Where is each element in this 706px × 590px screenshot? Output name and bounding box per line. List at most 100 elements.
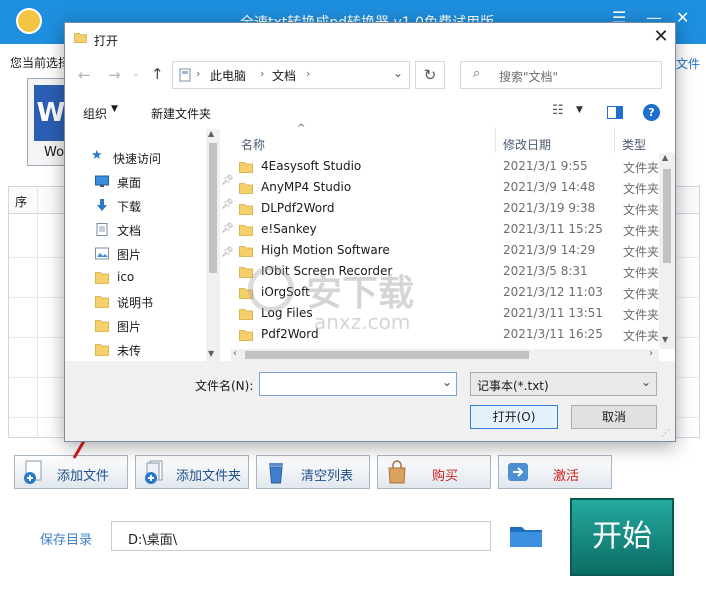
star-icon: ★ [91, 148, 103, 163]
file-type: 文件夹 [623, 182, 660, 196]
new-folder-button[interactable]: 新建文件夹 [151, 105, 211, 122]
folder-icon [95, 344, 109, 356]
filetype-dropdown-icon[interactable]: ⌄ [641, 375, 651, 389]
pictures-icon [95, 247, 109, 260]
cancel-button[interactable]: 取消 [571, 405, 657, 429]
clear-list-label: 清空列表 [301, 469, 354, 484]
address-dropdown-icon[interactable]: ⌄ [393, 66, 403, 80]
open-button[interactable]: 打开(O) [470, 405, 558, 429]
app-close-icon[interactable]: ✕ [676, 8, 689, 27]
organize-menu[interactable]: 组织 [83, 105, 107, 122]
file-date: 2021/3/12 11:03 [503, 285, 603, 299]
save-dir-field[interactable]: D:\桌面\ [111, 521, 491, 551]
dialog-folder-icon [74, 33, 87, 43]
file-link[interactable]: 文件 [676, 55, 700, 72]
file-row[interactable]: 4Easysoft Studio 2021/3/1 9:55 文件夹 [239, 157, 659, 178]
file-date: 2021/3/11 13:51 [503, 306, 603, 320]
scroll-down-icon[interactable]: ▼ [208, 349, 214, 358]
preview-pane-icon[interactable] [607, 106, 623, 119]
file-type: 文件夹 [623, 245, 660, 259]
nav-item-folder-ico[interactable]: ico [95, 267, 205, 289]
file-date: 2021/3/11 15:25 [503, 222, 603, 236]
file-row[interactable]: High Motion Software 2021/3/9 14:29 文件夹 [239, 241, 659, 262]
recent-dropdown-icon[interactable]: ⌄ [132, 69, 140, 79]
file-date: 2021/3/11 16:25 [503, 327, 603, 341]
nav-item-desktop[interactable]: 桌面 📌︎ [95, 171, 234, 193]
column-date[interactable]: 修改日期 [503, 136, 551, 153]
folder-icon [95, 272, 109, 284]
save-dir-value: D:\桌面\ [128, 533, 178, 548]
file-vscroll-thumb[interactable] [663, 169, 671, 263]
nav-item-label: 图片 [117, 320, 142, 334]
breadcrumb-this-pc[interactable]: 此电脑 [210, 67, 246, 84]
nav-item-folder-pictures[interactable]: 图片 [95, 315, 205, 337]
nav-item-folder-manual[interactable]: 说明书 [95, 291, 205, 313]
watermark-subtext: anxz.com [314, 310, 411, 334]
nav-item-label: 快速访问 [113, 152, 162, 166]
scroll-left-icon[interactable]: ‹ [233, 348, 237, 359]
file-row[interactable]: e!Sankey 2021/3/11 15:25 文件夹 [239, 220, 659, 241]
address-bar[interactable]: › 此电脑 › 文档 › ⌄ [172, 61, 410, 89]
folder-icon [239, 204, 253, 215]
add-folder-button[interactable]: 添加文件夹 [135, 455, 249, 489]
save-dir-label: 保存目录 [40, 533, 93, 548]
column-name[interactable]: 名称 [241, 136, 265, 153]
app-logo-icon [16, 8, 42, 34]
file-type: 文件夹 [623, 329, 660, 343]
grid-line [37, 187, 38, 437]
help-icon[interactable]: ? [643, 104, 660, 121]
up-arrow-icon[interactable]: ↑ [151, 65, 164, 83]
scroll-down-icon[interactable]: ▼ [662, 335, 668, 344]
activate-button[interactable]: 激活 [498, 455, 612, 489]
file-hscroll-thumb[interactable] [245, 351, 529, 359]
shopping-bag-icon [388, 460, 406, 484]
nav-scroll-thumb[interactable] [209, 143, 217, 273]
nav-item-label: 图片 [117, 248, 142, 262]
breadcrumb-documents[interactable]: 文档 [272, 67, 296, 84]
filename-input[interactable]: ⌄ [259, 372, 457, 396]
view-dropdown-icon[interactable]: ▼ [576, 105, 583, 115]
navigation-pane[interactable]: ★ 快速访问 桌面 📌︎ 下载 📌︎ 文档 📌︎ 图片 📌︎ ico 说明书 图… [65, 127, 234, 361]
nav-item-quick-access[interactable]: ★ 快速访问 [91, 147, 201, 169]
nav-item-label: 下载 [117, 200, 142, 214]
column-divider[interactable] [614, 127, 615, 153]
clear-list-button[interactable]: 清空列表 [256, 455, 370, 489]
file-row[interactable]: DLPdf2Word 2021/3/19 9:38 文件夹 [239, 199, 659, 220]
file-row[interactable]: AnyMP4 Studio 2021/3/9 14:48 文件夹 [239, 178, 659, 199]
filetype-select[interactable]: 记事本(*.txt) ⌄ [470, 372, 657, 396]
scroll-right-icon[interactable]: › [649, 348, 653, 359]
buy-button[interactable]: 购买 [377, 455, 491, 489]
browse-folder-icon[interactable] [508, 521, 544, 549]
file-name: High Motion Software [261, 243, 390, 257]
scroll-up-icon[interactable]: ▲ [208, 129, 214, 138]
search-input[interactable]: ⌕ 搜索"文档" [460, 61, 662, 89]
filename-dropdown-icon[interactable]: ⌄ [442, 375, 452, 389]
document-icon [96, 223, 108, 236]
nav-item-downloads[interactable]: 下载 📌︎ [95, 195, 234, 217]
organize-dropdown-icon[interactable]: ▼ [111, 104, 118, 114]
search-placeholder: 搜索"文档" [499, 70, 559, 84]
file-date: 2021/3/5 8:31 [503, 264, 588, 278]
nav-item-label: 说明书 [117, 296, 154, 310]
nav-scrollbar[interactable]: ▲ ▼ [206, 129, 220, 361]
refresh-button[interactable]: ↻ [415, 61, 445, 89]
folder-icon [95, 320, 109, 332]
word-tile-label: Wo [44, 145, 65, 160]
back-arrow-icon[interactable]: ← [78, 66, 91, 84]
file-hscrollbar[interactable]: ‹ › [231, 348, 659, 361]
view-options-icon[interactable]: ☷ [552, 103, 564, 118]
nav-item-folder-untransferred[interactable]: 未传 [95, 339, 205, 361]
resize-grip-icon[interactable]: ⋰ [661, 429, 670, 439]
column-divider[interactable] [495, 127, 496, 153]
word-format-tile[interactable]: W Wo [27, 78, 69, 166]
dialog-close-button[interactable]: ✕ [650, 26, 672, 48]
nav-item-documents[interactable]: 文档 📌︎ [95, 219, 234, 241]
column-type[interactable]: 类型 [622, 136, 646, 153]
add-folder-label: 添加文件夹 [176, 469, 242, 484]
start-button[interactable]: 开始 [570, 498, 674, 576]
nav-item-pictures[interactable]: 图片 📌︎ [95, 243, 234, 265]
dialog-title: 打开 [94, 34, 119, 48]
scroll-up-icon[interactable]: ▲ [662, 153, 668, 162]
forward-arrow-icon[interactable]: → [108, 66, 121, 84]
file-vscrollbar[interactable]: ▲ ▼ [659, 153, 675, 349]
